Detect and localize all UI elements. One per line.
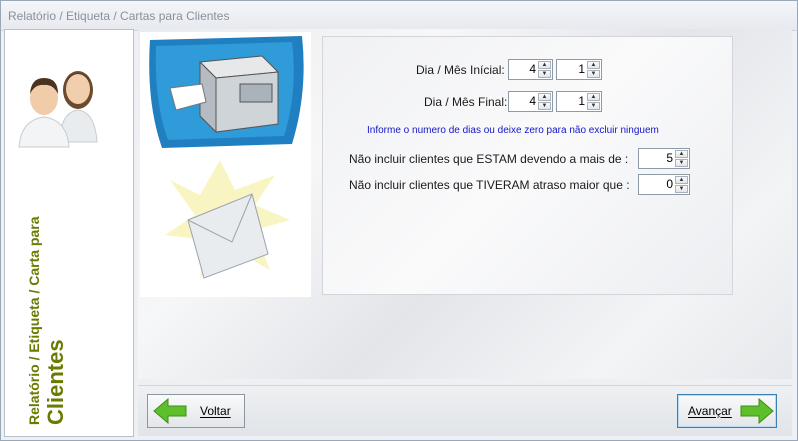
start-month-spinner[interactable]: 1 ▲ ▼ xyxy=(556,59,602,80)
spin-up-icon[interactable]: ▲ xyxy=(538,61,551,69)
spin-down-icon[interactable]: ▼ xyxy=(538,70,551,78)
next-label: Avançar xyxy=(688,404,732,418)
printer-icon xyxy=(149,36,304,148)
arrow-left-icon xyxy=(153,398,187,424)
owing-days-spinner[interactable]: 5 ▲ ▼ xyxy=(638,148,690,169)
spin-up-icon[interactable]: ▲ xyxy=(538,93,551,101)
late-days-spinner[interactable]: 0 ▲ ▼ xyxy=(638,174,690,195)
info-text: Informe o numero de dias ou deixe zero p… xyxy=(367,125,659,136)
start-day-value: 4 xyxy=(529,62,536,76)
back-label: Voltar xyxy=(200,404,231,418)
spin-down-icon[interactable]: ▼ xyxy=(587,102,600,110)
end-day-spinner[interactable]: 4 ▲ ▼ xyxy=(508,91,553,112)
sidebar-title: Relatório / Etiqueta / Carta para Client… xyxy=(26,217,69,426)
end-month-value: 1 xyxy=(578,94,585,108)
title-bar: Relatório / Etiqueta / Cartas para Clien… xyxy=(1,1,797,31)
spin-down-icon[interactable]: ▼ xyxy=(587,70,600,78)
spin-up-icon[interactable]: ▲ xyxy=(587,61,600,69)
spin-down-icon[interactable]: ▼ xyxy=(675,159,688,167)
spin-up-icon[interactable]: ▲ xyxy=(675,176,688,184)
spin-up-icon[interactable]: ▲ xyxy=(675,150,688,158)
back-button[interactable]: Voltar xyxy=(147,394,245,428)
end-day-value: 4 xyxy=(529,94,536,108)
sidebar-title-line2: Clientes xyxy=(43,339,68,425)
end-month-spinner[interactable]: 1 ▲ ▼ xyxy=(556,91,602,112)
end-date-label: Dia / Mês Final: xyxy=(424,95,508,109)
start-day-spinner[interactable]: 4 ▲ ▼ xyxy=(508,59,553,80)
people-icon xyxy=(18,71,98,148)
window-title: Relatório / Etiqueta / Cartas para Clien… xyxy=(8,9,230,23)
next-button[interactable]: Avançar xyxy=(677,394,777,428)
owing-days-value: 5 xyxy=(666,151,673,165)
arrow-right-icon xyxy=(740,398,774,424)
spin-down-icon[interactable]: ▼ xyxy=(538,102,551,110)
sidebar-title-line1: Relatório / Etiqueta / Carta para xyxy=(26,216,42,426)
start-month-value: 1 xyxy=(578,62,585,76)
spin-up-icon[interactable]: ▲ xyxy=(587,93,600,101)
spin-down-icon[interactable]: ▼ xyxy=(675,185,688,193)
owing-label: Não incluir clientes que ESTAM devendo a… xyxy=(349,152,629,166)
start-date-label: Dia / Mês Inícial: xyxy=(416,63,505,77)
late-label: Não incluir clientes que TIVERAM atraso … xyxy=(349,178,630,192)
envelope-icon xyxy=(165,160,290,279)
late-days-value: 0 xyxy=(666,177,673,191)
illustration-panel xyxy=(140,32,311,297)
sidebar-panel: Relatório / Etiqueta / Carta para Client… xyxy=(4,29,134,437)
